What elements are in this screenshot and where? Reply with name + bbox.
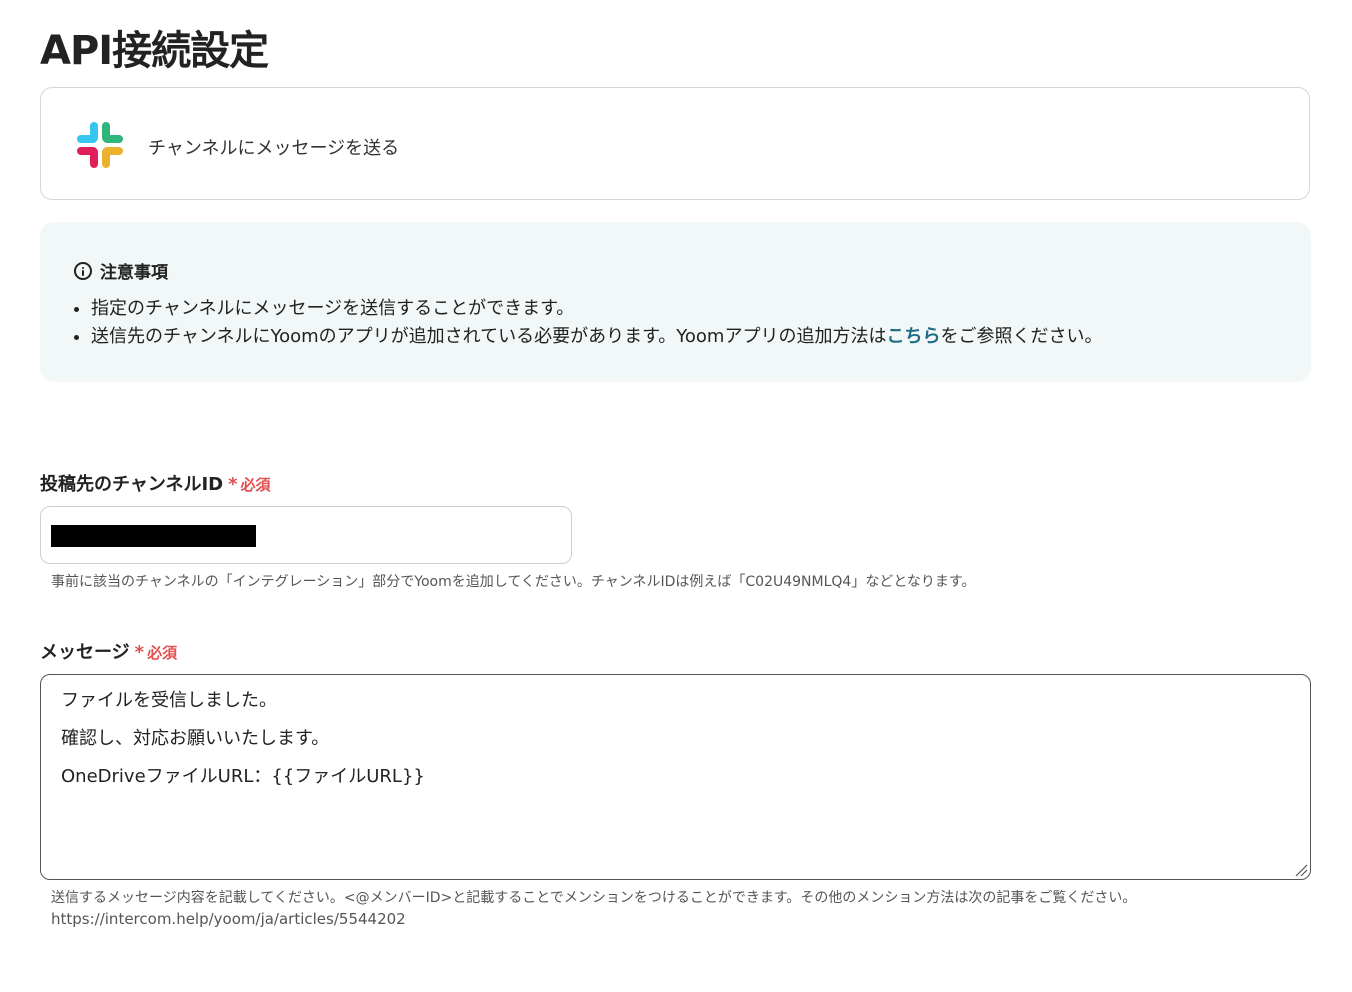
message-label: メッセージ * 必須 [40,638,177,664]
resize-handle-icon[interactable] [1294,863,1308,877]
help-link[interactable]: こちら [886,326,940,347]
channel-id-label-text: 投稿先のチャンネルID [40,474,224,495]
required-star: * [134,642,145,663]
notice-item: 送信先のチャンネルにYoomのアプリが追加されている必要があります。Yoomアプ… [91,323,1102,351]
message-line: ファイルを受信しました。 [61,690,277,711]
message-label-text: メッセージ [40,642,130,663]
required-badge: 必須 [240,476,271,494]
message-line: OneDriveファイルURL：{{ファイルURL}} [61,766,425,787]
slack-logo-icon [77,122,123,168]
notice-box: 注意事項 指定のチャンネルにメッセージを送信することができます。 送信先のチャン… [40,222,1311,382]
notice-item: 指定のチャンネルにメッセージを送信することができます。 [91,295,1102,323]
info-icon [74,261,92,280]
required-star: * [228,474,238,495]
action-label: チャンネルにメッセージを送る [148,138,400,159]
required-badge: 必須 [147,644,178,662]
notice-title: 注意事項 [100,263,168,283]
redacted-value [51,525,256,547]
message-help: 送信するメッセージ内容を記載してください。<@メンバーID>と記載することでメン… [51,890,1137,906]
notice-list: 指定のチャンネルにメッセージを送信することができます。 送信先のチャンネルにYo… [74,295,1102,351]
message-line: 確認し、対応お願いいたします。 [61,728,330,749]
notice-item-text: をご参照ください。 [940,326,1103,347]
channel-id-help: 事前に該当のチャンネルの「インテグレーション」部分でYoomを追加してください。… [51,574,976,590]
channel-id-label: 投稿先のチャンネルID * 必須 [40,470,271,496]
notice-item-text: 送信先のチャンネルにYoomのアプリが追加されている必要があります。Yoomアプ… [91,326,887,347]
notice-item-text: 指定のチャンネルにメッセージを送信することができます。 [91,298,575,319]
channel-id-input[interactable] [40,506,572,564]
message-textarea[interactable]: ファイルを受信しました。 確認し、対応お願いいたします。 OneDriveファイ… [40,674,1311,880]
page-title: API接続設定 [40,28,269,74]
message-help-url: https://intercom.help/yoom/ja/articles/5… [51,910,406,928]
